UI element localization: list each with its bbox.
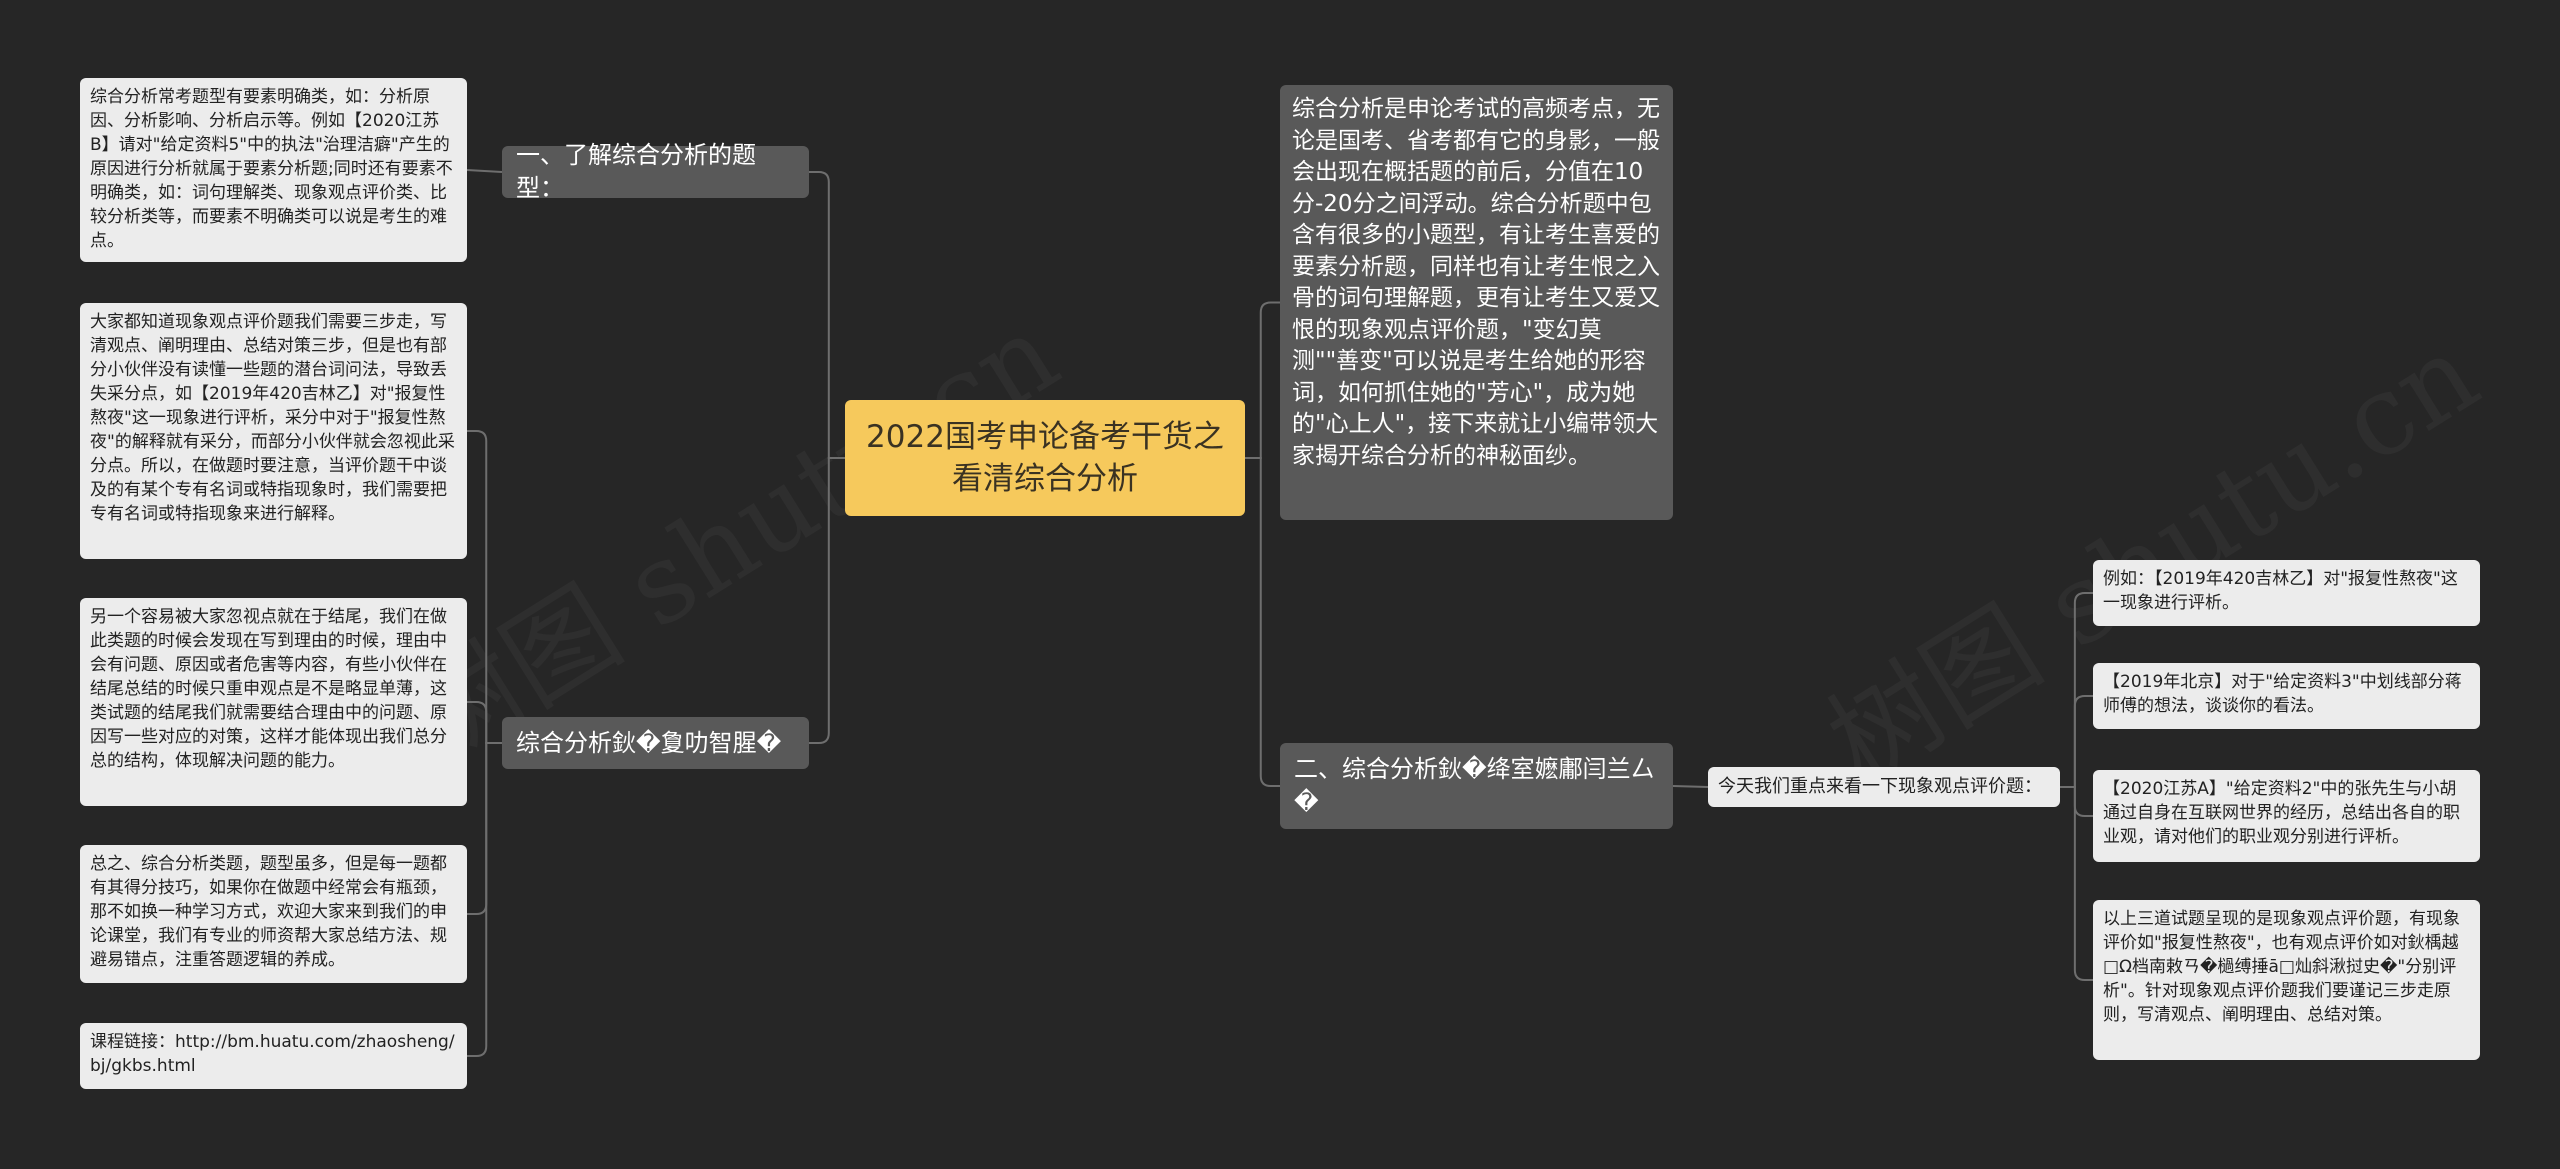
connector-line bbox=[809, 457, 845, 744]
example-leaf[interactable]: 【2019年北京】对于"给定资料3"中划线部分蒋师傅的想法，谈谈你的看法。 bbox=[2093, 663, 2480, 729]
connector-line bbox=[467, 742, 502, 1057]
intro-topic[interactable]: 综合分析是申论考试的高频考点，无论是国考、省考都有它的身影，一般会出现在概括题的… bbox=[1280, 85, 1673, 520]
link-leaf[interactable]: 课程链接：http://bm.huatu.com/zhaosheng/bj/gk… bbox=[80, 1023, 467, 1089]
example-text: 【2019年北京】对于"给定资料3"中划线部分蒋师傅的想法，谈谈你的看法。 bbox=[2103, 672, 2462, 716]
sub-topic-label: 今天我们重点来看一下现象观点评价题： bbox=[1718, 776, 2042, 797]
example-leaf[interactable]: 以上三道试题呈现的是现象观点评价题，有现象评价如"报复性熬夜"，也有观点评价如对… bbox=[2093, 900, 2480, 1060]
connector-line bbox=[2060, 786, 2093, 817]
example-text: 例如：【2019年420吉林乙】对"报复性熬夜"这一现象进行评析。 bbox=[2103, 569, 2458, 613]
root-topic[interactable]: 2022国考申论备考干货之看清综合分析 bbox=[845, 400, 1245, 516]
branch-right-2-label: 二、综合分析鈥�绛室嬷鄘闫兰厶� bbox=[1294, 755, 1655, 816]
connector-line bbox=[1672, 785, 1709, 788]
tip-leaf-text: 大家都知道现象观点评价题我们需要三步走，写清观点、阐明理由、总结对策三步，但是也… bbox=[90, 312, 455, 524]
connector-line bbox=[466, 169, 503, 173]
type-leaf[interactable]: 综合分析常考题型有要素明确类，如：分析原因、分析影响、分析启示等。例如【2020… bbox=[80, 78, 467, 262]
connector-line bbox=[467, 430, 502, 744]
connector-line bbox=[1245, 457, 1280, 787]
example-leaf[interactable]: 例如：【2019年420吉林乙】对"报复性熬夜"这一现象进行评析。 bbox=[2093, 560, 2480, 626]
tip-leaf[interactable]: 大家都知道现象观点评价题我们需要三步走，写清观点、阐明理由、总结对策三步，但是也… bbox=[80, 303, 467, 559]
example-text: 以上三道试题呈现的是现象观点评价题，有现象评价如"报复性熬夜"，也有观点评价如对… bbox=[2103, 909, 2460, 1025]
connector-line bbox=[2060, 695, 2093, 788]
example-text: 【2020江苏A】"给定资料2"中的张先生与小胡通过自身在互联网世界的经历，总结… bbox=[2103, 779, 2460, 847]
branch-right-2[interactable]: 二、综合分析鈥�绛室嬷鄘闫兰厶� bbox=[1280, 743, 1673, 829]
branch-left-1-label: 一、了解综合分析的题型： bbox=[516, 141, 756, 202]
tip-leaf-text: 总之、综合分析类题，题型虽多，但是每一题都有其得分技巧，如果你在做题中经常会有瓶… bbox=[90, 854, 447, 970]
branch-left-3-label: 综合分析鈥�夐叻智腥� bbox=[516, 728, 782, 757]
intro-text: 综合分析是申论考试的高频考点，无论是国考、省考都有它的身影，一般会出现在概括题的… bbox=[1292, 96, 1660, 469]
connector-line bbox=[1245, 301, 1280, 459]
connector-line bbox=[467, 742, 502, 915]
sub-topic[interactable]: 今天我们重点来看一下现象观点评价题： bbox=[1708, 767, 2060, 807]
tip-leaf[interactable]: 另一个容易被大家忽视点就在于结尾，我们在做此类题的时候会发现在写到理由的时候，理… bbox=[80, 598, 467, 806]
tip-leaf[interactable]: 总之、综合分析类题，题型虽多，但是每一题都有其得分技巧，如果你在做题中经常会有瓶… bbox=[80, 845, 467, 983]
connector-line bbox=[809, 171, 845, 459]
example-leaf[interactable]: 【2020江苏A】"给定资料2"中的张先生与小胡通过自身在互联网世界的经历，总结… bbox=[2093, 770, 2480, 862]
root-title: 2022国考申论备考干货之看清综合分析 bbox=[866, 419, 1224, 497]
tip-leaf-text: 另一个容易被大家忽视点就在于结尾，我们在做此类题的时候会发现在写到理由的时候，理… bbox=[90, 607, 447, 771]
connector-line bbox=[2060, 592, 2093, 788]
link-leaf-text: 课程链接：http://bm.huatu.com/zhaosheng/bj/gk… bbox=[90, 1032, 455, 1076]
connector-line bbox=[467, 701, 502, 744]
type-leaf-text: 综合分析常考题型有要素明确类，如：分析原因、分析影响、分析启示等。例如【2020… bbox=[90, 87, 453, 251]
branch-left-1[interactable]: 一、了解综合分析的题型： bbox=[502, 141, 809, 202]
branch-left-3[interactable]: 综合分析鈥�夐叻智腥� bbox=[502, 717, 809, 769]
